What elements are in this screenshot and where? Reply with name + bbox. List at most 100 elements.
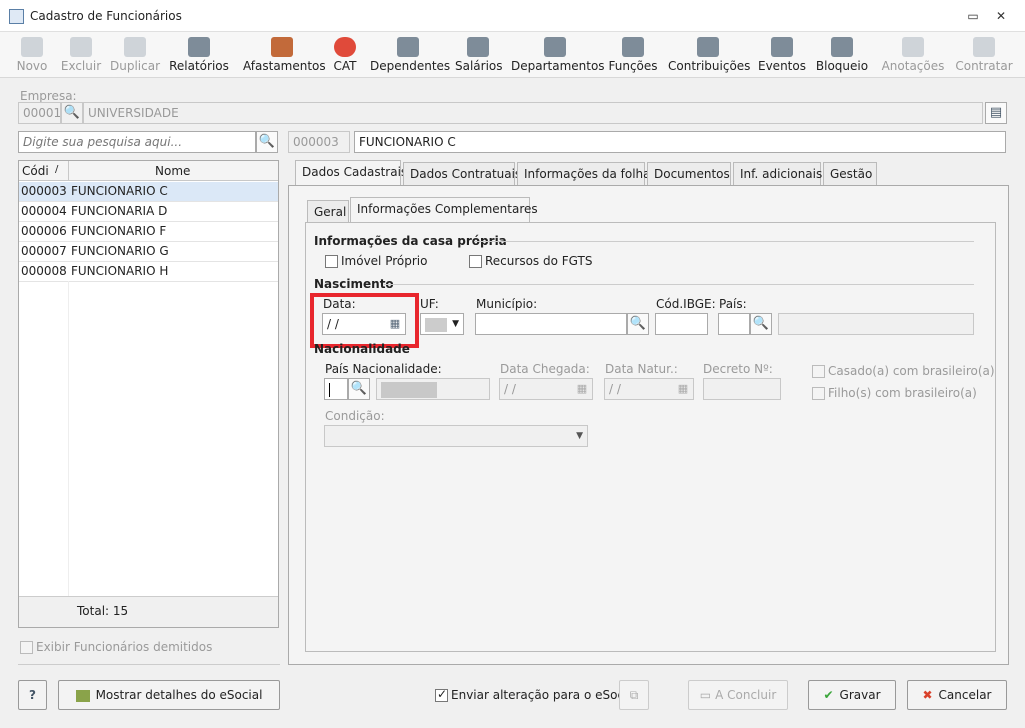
tab-informacoes-folha[interactable]: Informações da folha	[517, 162, 651, 186]
pais-nacionalidade-name-field	[376, 378, 490, 400]
tab-dados-contratuais[interactable]: Dados Contratuais	[403, 162, 521, 186]
search-icon[interactable]: 🔍	[348, 378, 370, 400]
condicao-select[interactable]: ▼	[324, 425, 588, 447]
cat-button[interactable]: CAT	[330, 32, 360, 78]
pais-nacionalidade-label: País Nacionalidade:	[325, 362, 442, 376]
table-row[interactable]: 000004 FUNCIONARIA D	[19, 202, 278, 222]
search-icon[interactable]: 🔍	[750, 313, 772, 335]
row-name: FUNCIONARIO C	[71, 184, 168, 198]
notes-button[interactable]: Anotações	[880, 32, 946, 78]
events-button[interactable]: Eventos	[758, 32, 806, 78]
imovel-proprio-checkbox[interactable]	[325, 255, 338, 268]
tab-inf-adicionais[interactable]: Inf. adicionais	[733, 162, 822, 186]
x-icon: ✖	[922, 688, 933, 702]
lock-icon	[831, 37, 853, 57]
duplicate-button[interactable]: Duplicar	[110, 32, 160, 78]
contributions-button[interactable]: Contribuições	[668, 32, 750, 78]
delete-button[interactable]: Excluir	[60, 32, 102, 78]
empresa-code-field[interactable]: 00001	[18, 102, 61, 124]
decreto-field[interactable]	[703, 378, 781, 400]
search-icon[interactable]: 🔍	[627, 313, 649, 335]
col-divider	[68, 161, 69, 181]
col-code-header[interactable]: Códi	[22, 164, 49, 178]
highlight-box	[310, 293, 419, 348]
leaves-button[interactable]: Afastamentos	[243, 32, 326, 78]
tab-geral[interactable]: Geral	[307, 200, 349, 224]
section-nascimento: Nascimento	[314, 277, 394, 291]
filho-brasileiro-checkbox[interactable]	[812, 387, 825, 400]
decreto-label: Decreto Nº:	[703, 362, 773, 376]
uf-select[interactable]: ▼	[420, 313, 464, 335]
municipio-field[interactable]	[475, 313, 627, 335]
tab-dados-cadastrais[interactable]: Dados Cadastrais	[295, 160, 407, 186]
close-icon[interactable]: ✕	[993, 8, 1009, 24]
tab-documentos[interactable]: Documentos	[647, 162, 731, 186]
esocial-icon	[75, 689, 90, 702]
table-row[interactable]: 000007 FUNCIONARIO G	[19, 242, 278, 262]
calendar-table-icon[interactable]: ▤	[985, 102, 1007, 124]
esocial-send-button[interactable]: ⧉	[619, 680, 649, 710]
divider	[18, 664, 280, 665]
medical-cross-icon	[334, 37, 356, 57]
tab-gestao[interactable]: Gestão	[823, 162, 877, 186]
dependents-button[interactable]: Dependentes	[370, 32, 450, 78]
funcionario-name-field[interactable]: FUNCIONARIO C	[354, 131, 1006, 153]
notes-icon	[902, 37, 924, 57]
help-button[interactable]: ?	[18, 680, 47, 710]
reports-button[interactable]: Relatórios	[169, 32, 229, 78]
new-button[interactable]: Novo	[12, 32, 52, 78]
pais-nacionalidade-value	[381, 381, 437, 398]
gravar-label: Gravar	[839, 688, 881, 702]
send-change-label: Enviar alteração para o eSocial	[451, 688, 639, 702]
functions-button[interactable]: Funções	[607, 32, 659, 78]
app-icon	[9, 9, 24, 24]
esocial-details-label: Mostrar detalhes do eSocial	[95, 688, 263, 702]
uf-value	[425, 317, 447, 332]
row-name: FUNCIONARIO F	[71, 224, 167, 238]
search-icon[interactable]: 🔍	[256, 131, 278, 153]
duplicate-icon	[124, 37, 146, 57]
filho-brasileiro-label: Filho(s) com brasileiro(a)	[828, 386, 977, 400]
calendar-icon[interactable]: ▦	[572, 379, 592, 399]
table-row[interactable]: 000003 FUNCIONARIO C	[19, 182, 278, 202]
new-icon	[21, 37, 43, 57]
cancelar-button[interactable]: ✖ Cancelar	[907, 680, 1007, 710]
money-icon	[467, 37, 489, 57]
send-change-checkbox[interactable]	[435, 687, 448, 702]
house-icon	[271, 37, 293, 57]
list-icon	[771, 37, 793, 57]
row-code: 000004	[21, 204, 67, 218]
table-row[interactable]: 000006 FUNCIONARIO F	[19, 222, 278, 242]
divider	[474, 241, 974, 242]
chevron-down-icon: ▼	[576, 431, 583, 441]
salaries-button[interactable]: Salários	[455, 32, 503, 78]
employees-grid: Códi / Nome 000003 FUNCIONARIO C 000004 FU…	[18, 160, 279, 628]
block-button[interactable]: Bloqueio	[815, 32, 869, 78]
departments-button[interactable]: Departamentos	[511, 32, 605, 78]
calendar-icon[interactable]: ▦	[673, 379, 693, 399]
recursos-fgts-label: Recursos do FGTS	[485, 254, 593, 268]
search-input[interactable]: Digite sua pesquisa aqui...	[18, 131, 256, 153]
esocial-details-button[interactable]: Mostrar detalhes do eSocial	[58, 680, 280, 710]
concluir-button[interactable]: ▭ A Concluir	[688, 680, 788, 710]
pais-nacionalidade-code-field[interactable]	[324, 378, 348, 400]
gravar-button[interactable]: ✔ Gravar	[808, 680, 896, 710]
recursos-fgts-checkbox[interactable]	[469, 255, 482, 268]
hire-button[interactable]: Contratar	[954, 32, 1014, 78]
show-dismissed-checkbox[interactable]	[20, 641, 33, 654]
toolbar: Novo Excluir Duplicar Relatórios Afastam…	[0, 32, 1025, 78]
row-code: 000006	[21, 224, 67, 238]
desk-icon	[544, 37, 566, 57]
search-icon[interactable]: 🔍	[61, 102, 83, 124]
tab-informacoes-complementares[interactable]: Informações Complementares	[350, 197, 538, 223]
restore-icon[interactable]: ▭	[965, 8, 981, 24]
hire-icon	[973, 37, 995, 57]
table-row[interactable]: 000008 FUNCIONARIO H	[19, 262, 278, 282]
pais-code-field[interactable]	[718, 313, 750, 335]
uf-label: UF:	[420, 297, 439, 311]
casado-brasileiro-checkbox[interactable]	[812, 365, 825, 378]
report-icon	[188, 37, 210, 57]
data-chegada-label: Data Chegada:	[500, 362, 590, 376]
col-name-header[interactable]: Nome	[155, 164, 190, 178]
ibge-field[interactable]	[655, 313, 708, 335]
